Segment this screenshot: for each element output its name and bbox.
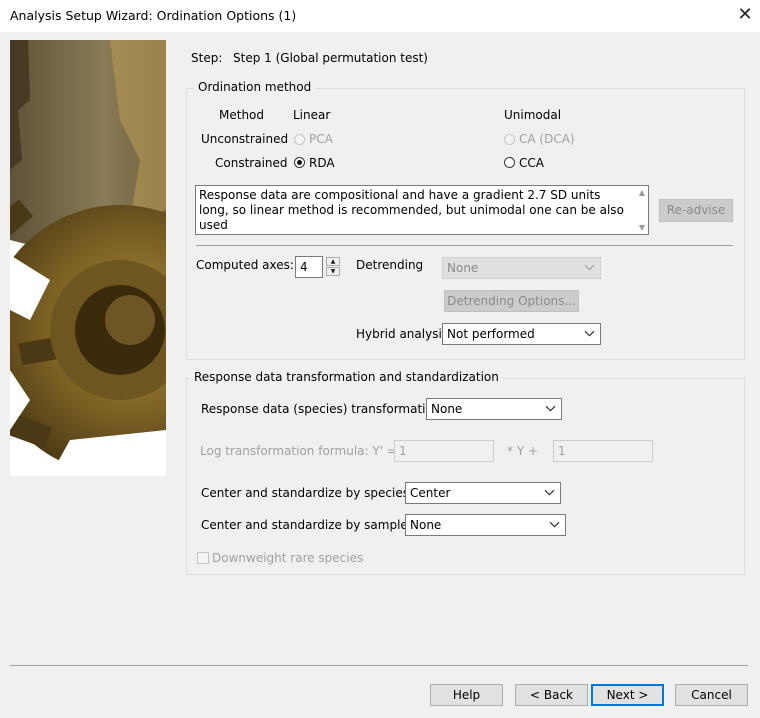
scroll-down-icon[interactable]: ▼ <box>639 223 645 232</box>
chevron-down-icon <box>584 264 595 271</box>
rda-label: RDA <box>309 156 335 170</box>
gear-illustration <box>10 40 166 476</box>
pca-label: PCA <box>309 132 333 146</box>
pca-radio[interactable] <box>294 134 305 145</box>
transformation-legend: Response data transformation and standar… <box>190 370 503 384</box>
title-bar: Analysis Setup Wizard: Ordination Option… <box>0 0 760 32</box>
downweight-checkbox[interactable] <box>197 552 209 564</box>
ordination-method-legend: Ordination method <box>194 80 316 94</box>
detrending-select[interactable]: None <box>442 257 601 279</box>
footer-separator <box>10 665 748 666</box>
chevron-down-icon <box>544 489 555 496</box>
ca-dca-radio[interactable] <box>504 134 515 145</box>
step-label: Step: <box>191 51 223 65</box>
hybrid-analysis-value: Not performed <box>447 327 535 341</box>
log-formula-label: Log transformation formula: Y' = <box>200 444 397 458</box>
log-multiplier-input[interactable]: 1 <box>394 440 494 462</box>
center-samples-label: Center and standardize by samples <box>201 518 415 532</box>
advice-textarea[interactable]: Response data are compositional and have… <box>195 185 649 235</box>
species-transform-label: Response data (species) transformation <box>201 402 441 416</box>
hybrid-analysis-select[interactable]: Not performed <box>442 323 601 345</box>
species-transform-select[interactable]: None <box>426 398 562 420</box>
center-samples-select[interactable]: None <box>405 514 566 536</box>
chevron-down-icon <box>584 330 595 337</box>
computed-axes-label: Computed axes: <box>196 258 294 272</box>
rda-radio[interactable] <box>294 157 305 168</box>
spin-down-icon[interactable]: ▼ <box>326 267 340 276</box>
detrending-label: Detrending <box>356 258 424 272</box>
computed-axes-value: 4 <box>300 260 308 274</box>
cca-label: CCA <box>519 156 544 170</box>
downweight-label: Downweight rare species <box>212 551 364 565</box>
ca-dca-label: CA (DCA) <box>519 132 575 146</box>
log-constant-value: 1 <box>558 444 566 458</box>
detrending-options-button[interactable]: Detrending Options... <box>444 290 579 312</box>
ordination-separator <box>196 245 733 246</box>
log-constant-input[interactable]: 1 <box>553 440 653 462</box>
help-button[interactable]: Help <box>430 684 503 706</box>
method-column-header: Method <box>219 108 265 122</box>
cancel-button[interactable]: Cancel <box>675 684 748 706</box>
computed-axes-input[interactable]: 4 <box>295 256 323 278</box>
log-multiplier-value: 1 <box>399 444 407 458</box>
cca-radio[interactable] <box>504 157 515 168</box>
spin-up-icon[interactable]: ▲ <box>326 257 340 266</box>
center-samples-value: None <box>410 518 442 532</box>
detrending-value: None <box>447 261 479 275</box>
next-button[interactable]: Next > <box>591 684 664 706</box>
center-species-value: Center <box>410 486 451 500</box>
times-y-plus-label: * Y + <box>507 444 539 458</box>
close-icon[interactable]: ✕ <box>733 3 757 27</box>
center-species-select[interactable]: Center <box>405 482 561 504</box>
back-button[interactable]: < Back <box>515 684 588 706</box>
linear-column-header: Linear <box>293 108 331 122</box>
constrained-row-label: Constrained <box>215 156 288 170</box>
scroll-up-icon[interactable]: ▲ <box>639 188 645 197</box>
window-title: Analysis Setup Wizard: Ordination Option… <box>10 8 297 23</box>
unimodal-column-header: Unimodal <box>504 108 562 122</box>
advice-text: Response data are compositional and have… <box>199 188 624 232</box>
wizard-illustration <box>10 40 166 476</box>
hybrid-analysis-label: Hybrid analysis <box>356 327 449 341</box>
unconstrained-row-label: Unconstrained <box>201 132 289 146</box>
readvise-button[interactable]: Re-advise <box>659 199 733 222</box>
chevron-down-icon <box>545 405 556 412</box>
species-transform-value: None <box>431 402 463 416</box>
step-value: Step 1 (Global permutation test) <box>233 51 428 65</box>
center-species-label: Center and standardize by species <box>201 486 410 500</box>
chevron-down-icon <box>549 521 560 528</box>
